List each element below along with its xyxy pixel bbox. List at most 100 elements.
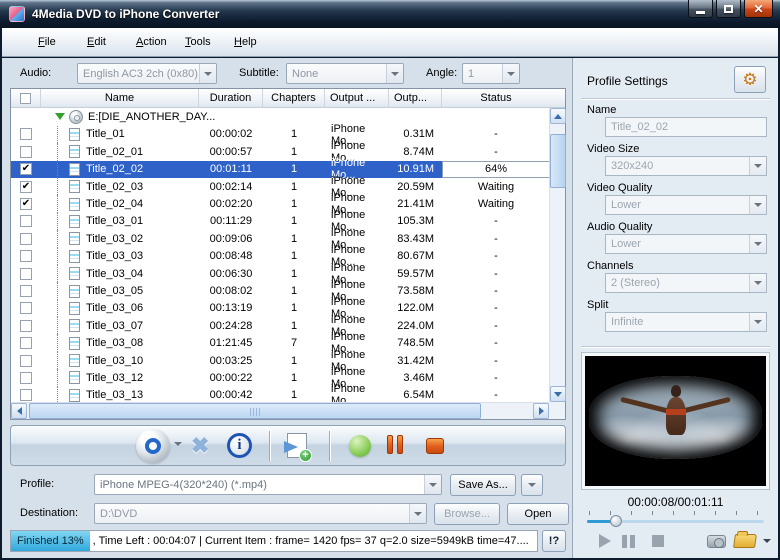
table-row[interactable]: Title_03_08 01:21:45 7 iPhone Mo... 748.… [11, 331, 549, 355]
maximize-button[interactable] [716, 0, 741, 18]
advanced-settings-button[interactable]: ⚙ [734, 66, 766, 93]
row-checkbox[interactable] [20, 145, 32, 158]
row-checkbox[interactable] [20, 232, 32, 245]
vertical-scroll-thumb[interactable] [550, 134, 566, 188]
table-row[interactable]: Title_03_07 00:24:28 1 iPhone Mo... 224.… [11, 314, 549, 338]
collapse-expander-icon[interactable] [55, 113, 65, 121]
horizontal-scrollbar[interactable] [11, 402, 549, 419]
audio-select[interactable]: English AC3 2ch (0x80) [77, 63, 217, 84]
row-checkbox[interactable]: ✔ [20, 163, 32, 176]
row-checkbox[interactable] [20, 215, 32, 228]
table-row[interactable]: ✔ Title_02_03 00:02:14 1 iPhone Mo... 20… [11, 175, 549, 199]
vertical-scrollbar[interactable] [549, 108, 566, 402]
pause-button[interactable] [387, 435, 403, 454]
row-checkbox[interactable] [20, 302, 32, 315]
table-row[interactable]: Title_03_06 00:13:19 1 iPhone Mo... 122.… [11, 296, 549, 320]
table-row[interactable]: Title_03_13 00:00:42 1 iPhone Mo... 6.54… [11, 383, 549, 402]
open-dvd-dropdown[interactable] [174, 442, 182, 446]
open-button[interactable]: Open [507, 503, 569, 525]
table-row[interactable]: Title_02_01 00:00:57 1 iPhone Mo... 8.74… [11, 140, 549, 164]
playback-controls [573, 532, 778, 552]
table-row[interactable]: Title_03_02 00:09:06 1 iPhone Mo... 83.4… [11, 227, 549, 251]
row-checkbox[interactable]: ✔ [20, 198, 32, 211]
row-checkbox[interactable] [20, 319, 32, 332]
table-row[interactable]: Title_03_10 00:03:25 1 iPhone Mo... 31.4… [11, 349, 549, 373]
scroll-down-button[interactable] [550, 386, 566, 402]
header-select-all[interactable] [11, 89, 41, 107]
status-cell: - [494, 250, 498, 263]
row-checkbox[interactable] [20, 267, 32, 280]
add-file-button[interactable]: + [284, 433, 312, 462]
table-row[interactable]: ✔ Title_02_04 00:02:20 1 iPhone Mo... 21… [11, 192, 549, 216]
field-control[interactable]: Infinite [605, 312, 767, 332]
dvd-disc-row[interactable]: E:[DIE_ANOTHER_DAY... [11, 108, 549, 126]
table-row[interactable]: Title_03_01 00:11:29 1 iPhone Mo... 105.… [11, 209, 549, 233]
scroll-left-button[interactable] [11, 403, 27, 419]
table-row[interactable]: Title_03_05 00:08:02 1 iPhone Mo... 73.5… [11, 279, 549, 303]
field-control[interactable]: Title_02_02 [605, 117, 767, 137]
field-control[interactable]: 320x240 [605, 156, 767, 176]
header-output-size[interactable]: Outp... [389, 89, 442, 107]
row-checkbox[interactable] [20, 128, 32, 141]
row-checkbox[interactable] [20, 250, 32, 263]
row-checkbox[interactable] [20, 354, 32, 367]
scroll-right-button[interactable] [533, 403, 549, 419]
start-convert-button[interactable] [349, 435, 371, 457]
field-control[interactable]: Lower [605, 234, 767, 254]
menu-item-action[interactable]: Action [132, 33, 181, 51]
header-duration[interactable]: Duration [199, 89, 263, 107]
row-checkbox[interactable] [20, 285, 32, 297]
profile-more-button[interactable] [521, 474, 543, 496]
settings-field-split: Split Infinite [573, 299, 778, 332]
field-control[interactable]: 2 (Stereo) [605, 273, 767, 293]
table-row[interactable]: Title_03_04 00:06:30 1 iPhone Mo... 59.5… [11, 262, 549, 286]
angle-select[interactable]: 1 [462, 63, 520, 84]
chevron-down-icon [199, 64, 216, 83]
table-row[interactable]: Title_03_03 00:08:48 1 iPhone Mo... 80.6… [11, 244, 549, 268]
horizontal-scroll-thumb[interactable] [29, 403, 481, 419]
browse-button[interactable]: Browse... [434, 503, 500, 525]
header-output[interactable]: Output ... [325, 89, 389, 107]
destination-select[interactable]: D:\DVD [94, 503, 427, 524]
menu-item-file[interactable]: File [34, 33, 83, 51]
table-row[interactable]: ✔ Title_02_02 00:01:11 1 iPhone Mo... 10… [11, 157, 549, 181]
save-as-button[interactable]: Save As... [450, 474, 516, 496]
snapshot-folder-dropdown[interactable] [761, 532, 773, 550]
menu-item-help[interactable]: Help [230, 33, 279, 51]
seek-slider[interactable] [587, 511, 764, 527]
header-name[interactable]: Name [41, 89, 199, 107]
stop-button[interactable] [426, 438, 444, 454]
row-checkbox[interactable] [20, 371, 32, 384]
tree-line [57, 195, 69, 213]
select-all-checkbox[interactable] [20, 92, 31, 104]
open-snapshot-folder-button[interactable] [733, 532, 757, 550]
profile-select[interactable]: iPhone MPEG-4(320*240) (*.mp4) [94, 474, 442, 495]
menu-item-tools[interactable]: Tools [181, 33, 230, 51]
menu-item-edit[interactable]: Edit [83, 33, 132, 51]
minimize-button[interactable] [688, 0, 713, 18]
table-row[interactable]: Title_03_12 00:00:22 1 iPhone Mo... 3.46… [11, 366, 549, 390]
close-button[interactable]: ✕ [744, 0, 773, 18]
subtitle-select[interactable]: None [286, 63, 404, 84]
play-button[interactable] [597, 532, 613, 550]
info-button[interactable]: i [227, 433, 252, 458]
row-checkbox[interactable]: ✔ [20, 180, 32, 193]
preview-stop-button[interactable] [651, 532, 665, 550]
preview-pause-button[interactable] [621, 532, 639, 550]
snapshot-button[interactable] [705, 532, 727, 550]
header-chapters[interactable]: Chapters [263, 89, 325, 107]
header-status[interactable]: Status [442, 89, 550, 107]
chevron-down-icon [749, 196, 766, 214]
row-checkbox[interactable] [20, 389, 32, 402]
open-dvd-button[interactable] [136, 429, 170, 463]
slider-thumb[interactable] [610, 515, 622, 527]
scroll-up-button[interactable] [550, 108, 566, 124]
field-control[interactable]: Lower [605, 195, 767, 215]
remove-button[interactable]: ✖ [191, 433, 209, 459]
chevron-down-icon [386, 64, 403, 83]
status-help-button[interactable]: !? [542, 530, 566, 552]
table-row[interactable]: Title_01 00:00:02 1 iPhone Mo... 0.31M - [11, 123, 549, 147]
left-pane: Audio: English AC3 2ch (0x80) Subtitle: … [2, 58, 572, 558]
row-checkbox[interactable] [20, 337, 32, 350]
document-icon [69, 388, 80, 402]
